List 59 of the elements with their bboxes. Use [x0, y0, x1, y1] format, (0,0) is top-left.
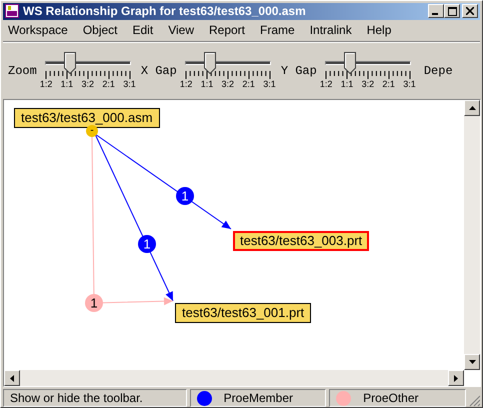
tick-label: 2:1	[102, 79, 115, 89]
menu-item[interactable]: Edit	[132, 23, 154, 38]
collapse-toggle[interactable]: -	[86, 125, 98, 138]
menu-item[interactable]: Report	[208, 23, 246, 38]
vertical-scrollbar[interactable]	[464, 100, 480, 370]
graph-node[interactable]: test63/test63_000.asm	[14, 108, 160, 128]
slider-label: Zoom	[8, 64, 37, 78]
close-icon	[466, 7, 474, 16]
graph-node[interactable]: test63/test63_001.prt	[175, 303, 312, 324]
slider-label: X Gap	[140, 64, 177, 78]
maximize-button[interactable]	[444, 4, 460, 18]
count-marker: 1	[138, 235, 156, 254]
app-icon	[5, 4, 19, 18]
count-marker: 1	[176, 187, 194, 206]
tick-label: 3:1	[123, 79, 136, 89]
scroll-right-button[interactable]	[448, 370, 464, 386]
minimize-button[interactable]	[428, 4, 444, 18]
scroll-down-button[interactable]	[464, 354, 480, 370]
up-arrow-icon	[468, 106, 476, 110]
legend-label: ProeOther	[363, 391, 419, 406]
maximize-icon	[448, 6, 456, 16]
slider-thumb[interactable]	[64, 52, 76, 74]
tick-label: 2:1	[382, 79, 395, 89]
horizontal-scrollbar[interactable]	[4, 370, 464, 386]
menu-item[interactable]: Object	[82, 23, 118, 38]
tick-label: 1:2	[40, 79, 52, 89]
left-arrow-icon	[10, 374, 14, 382]
menu-item[interactable]: Frame	[260, 23, 295, 38]
tick-label: 1:2	[180, 79, 192, 89]
close-button[interactable]	[462, 4, 478, 18]
slider-label: Depe	[424, 64, 453, 78]
tick-label: 2:1	[242, 79, 255, 89]
scroll-up-button[interactable]	[464, 100, 480, 116]
menu-item[interactable]: View	[168, 23, 194, 38]
tick-label: 1:1	[200, 79, 214, 89]
tick-label: 1:2	[320, 79, 332, 89]
count-marker: 1	[85, 294, 103, 312]
slider-thumb[interactable]	[344, 52, 356, 74]
down-arrow-icon	[468, 360, 476, 364]
tick-label: 3:2	[362, 79, 374, 89]
legend-label: ProeMember	[224, 391, 293, 406]
tick-label: 1:1	[340, 79, 354, 89]
scroll-left-button[interactable]	[4, 370, 20, 386]
tick-label: 3:1	[263, 79, 276, 89]
menu-item[interactable]: Intralink	[310, 23, 352, 38]
slider-label: Y Gap	[280, 64, 317, 78]
window-title: WS Relationship Graph for test63/test63_000.asm	[23, 4, 307, 18]
tick-label: 3:2	[82, 79, 94, 89]
resize-grip[interactable]	[468, 395, 480, 407]
status-message: Show or hide the toolbar.	[3, 389, 187, 407]
scrollbar-corner	[464, 370, 480, 386]
menu-item[interactable]: Help	[366, 23, 392, 38]
tick-label: 3:1	[403, 79, 416, 89]
slider-thumb[interactable]	[204, 52, 216, 74]
tick-label: 1:1	[60, 79, 74, 89]
tick-label: 3:2	[222, 79, 234, 89]
right-arrow-icon	[454, 374, 458, 382]
graph-node[interactable]: test63/test63_003.prt	[233, 231, 370, 252]
menu-item[interactable]: Workspace	[8, 23, 68, 38]
